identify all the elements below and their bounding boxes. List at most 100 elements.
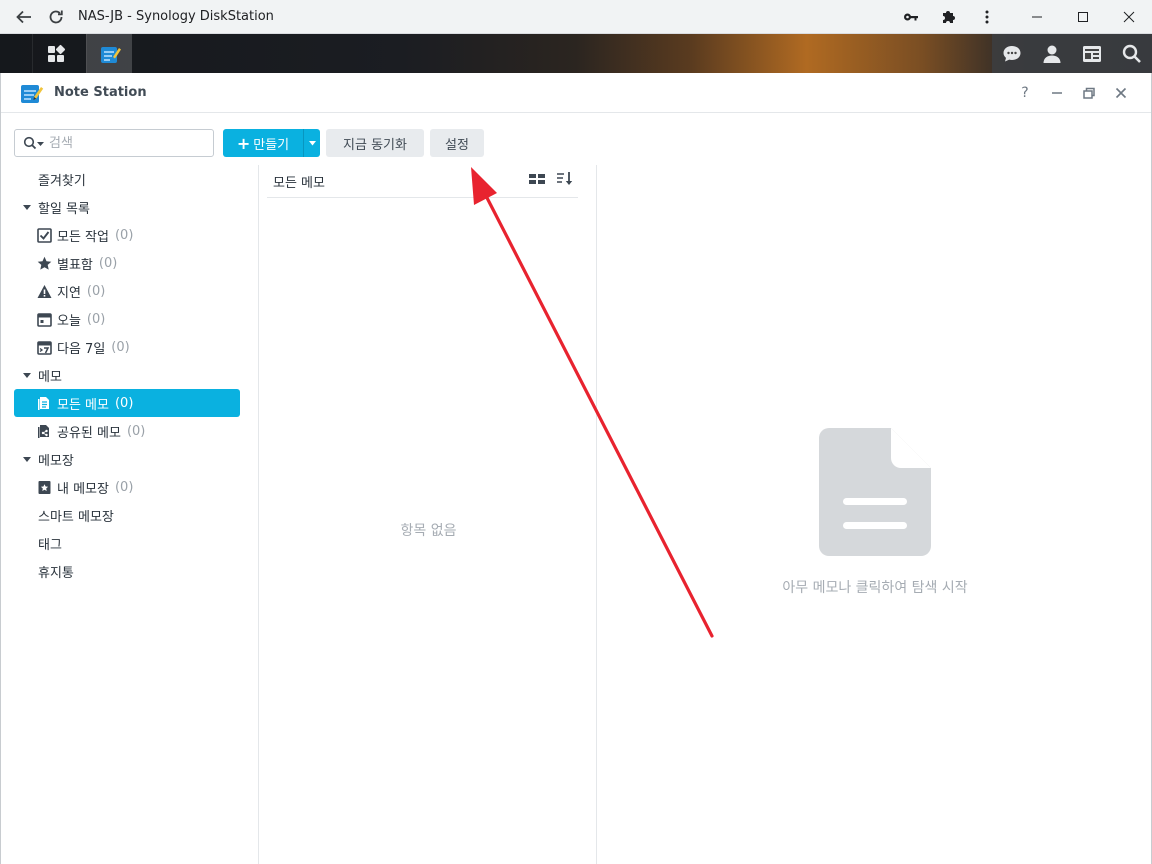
- close-icon: [1115, 87, 1127, 99]
- caret-down-icon: [23, 204, 31, 210]
- note-station-icon: [100, 46, 121, 63]
- app-minimize-button[interactable]: [1041, 83, 1073, 103]
- browser-titlebar: NAS-JB - Synology DiskStation: [0, 0, 1152, 34]
- sidebar-group-todo[interactable]: 할일 목록: [23, 193, 90, 221]
- sort-button[interactable]: [556, 171, 574, 191]
- key-icon: [904, 13, 918, 21]
- search-input[interactable]: [49, 135, 199, 151]
- caret-down-icon: [308, 140, 316, 145]
- sidebar-item-label: 공유된 메모: [57, 425, 121, 441]
- sidebar-group-notebooks[interactable]: 메모장: [23, 445, 74, 473]
- sidebar-item-label: 내 메모장: [57, 481, 109, 497]
- chat-button[interactable]: [992, 34, 1032, 73]
- settings-label: 설정: [445, 137, 469, 153]
- sidebar-item-favorites[interactable]: 즐겨찾기: [38, 165, 86, 193]
- user-icon: [1043, 45, 1061, 63]
- sidebar-item-label: 오늘: [57, 313, 81, 329]
- preview-empty-text: 아무 메모나 클릭하여 탐색 시작: [782, 580, 968, 596]
- sync-now-label: 지금 동기화: [343, 137, 407, 153]
- note-list-title: 모든 메모: [273, 175, 325, 191]
- back-arrow-icon: [16, 10, 31, 23]
- settings-button[interactable]: 설정: [430, 129, 484, 157]
- taskbar-note-station-button[interactable]: [86, 34, 132, 73]
- view-mode-button[interactable]: [528, 171, 546, 191]
- sidebar-item-label: 다음 7일: [57, 341, 106, 357]
- sidebar-item-smart-notebook[interactable]: 스마트 메모장: [38, 501, 114, 529]
- star-icon: [36, 255, 52, 271]
- reload-icon: [49, 10, 63, 23]
- sync-now-button[interactable]: 지금 동기화: [326, 129, 424, 157]
- help-button[interactable]: ?: [1009, 83, 1041, 103]
- sidebar-item-count: (0): [114, 227, 134, 243]
- search-box[interactable]: [14, 129, 214, 157]
- sidebar-item-count: (0): [86, 283, 106, 299]
- maximize-icon: [1078, 12, 1088, 22]
- sidebar-group-label: 할일 목록: [38, 201, 90, 217]
- sidebar-item-my-notebook[interactable]: 내 메모장 (0): [36, 473, 133, 501]
- app-close-button[interactable]: [1105, 83, 1137, 103]
- create-button-group: + 만들기: [223, 129, 320, 157]
- search-icon: [1122, 44, 1141, 63]
- note-preview-panel: 아무 메모나 클릭하여 탐색 시작: [598, 165, 1152, 864]
- sidebar-item-label: 지연: [57, 285, 81, 301]
- sidebar-item-label: 즐겨찾기: [38, 173, 86, 189]
- sidebar-item-count: (0): [98, 255, 118, 271]
- sidebar-item-next-7-days[interactable]: 다음 7일 (0): [36, 333, 130, 361]
- caret-down-icon: [37, 141, 44, 146]
- minimize-icon: [1032, 16, 1042, 18]
- sidebar-item-label: 스마트 메모장: [38, 509, 114, 525]
- window-maximize-button[interactable]: [1060, 0, 1106, 34]
- chat-bubble-icon: [1003, 45, 1021, 61]
- sidebar-item-label: 모든 메모: [57, 397, 109, 413]
- sidebar-item-all-tasks[interactable]: 모든 작업 (0): [36, 221, 133, 249]
- note-station-app-icon: [21, 85, 44, 103]
- create-dropdown-button[interactable]: [303, 129, 320, 157]
- browser-menu-button[interactable]: [968, 0, 1006, 34]
- note-station-window: Note Station ? + 만들기: [0, 73, 1152, 864]
- window-minimize-button[interactable]: [1014, 0, 1060, 34]
- app-restore-button[interactable]: [1073, 83, 1105, 103]
- sidebar-item-starred[interactable]: 별표함 (0): [36, 249, 117, 277]
- calendar-icon: [36, 311, 52, 327]
- sidebar-item-label: 휴지통: [38, 565, 74, 581]
- caret-down-icon: [23, 456, 31, 462]
- reload-button[interactable]: [40, 0, 72, 34]
- caret-down-icon: [23, 372, 31, 378]
- window-close-button[interactable]: [1106, 0, 1152, 34]
- checkbox-checked-icon: [36, 227, 52, 243]
- sidebar: 즐겨찾기 할일 목록 모든 작업 (0) 별표함 (0) 지연 (0) 오늘 (…: [1, 165, 259, 864]
- sidebar-item-trash[interactable]: 휴지통: [38, 557, 74, 585]
- grid-apps-icon: [47, 44, 65, 62]
- extensions-button[interactable]: [930, 0, 968, 34]
- search-filter-icon[interactable]: [23, 135, 45, 151]
- password-key-button[interactable]: [892, 0, 930, 34]
- search-button[interactable]: [1112, 34, 1152, 73]
- sidebar-item-tags[interactable]: 태그: [38, 529, 62, 557]
- magnifier-icon: [23, 136, 37, 150]
- widgets-button[interactable]: [1072, 34, 1112, 73]
- notes-icon: [36, 395, 52, 411]
- create-button[interactable]: + 만들기: [223, 129, 303, 157]
- sidebar-group-label: 메모장: [38, 453, 74, 469]
- sidebar-item-overdue[interactable]: 지연 (0): [36, 277, 105, 305]
- close-icon: [1123, 11, 1135, 23]
- sidebar-group-memo[interactable]: 메모: [23, 361, 62, 389]
- user-button[interactable]: [1032, 34, 1072, 73]
- sidebar-group-label: 메모: [38, 369, 62, 385]
- sidebar-item-count: (0): [126, 423, 146, 439]
- sidebar-item-count: (0): [86, 311, 106, 327]
- document-placeholder-icon: [819, 428, 931, 556]
- sidebar-item-all-memos[interactable]: 모든 메모 (0): [14, 389, 240, 417]
- app-header: Note Station ?: [1, 73, 1151, 113]
- back-button[interactable]: [8, 0, 40, 34]
- dashboard-icon: [1083, 45, 1101, 62]
- sidebar-item-today[interactable]: 오늘 (0): [36, 305, 105, 333]
- sidebar-item-shared-memos[interactable]: 공유된 메모 (0): [36, 417, 145, 445]
- plus-icon: +: [236, 133, 251, 153]
- sidebar-item-label: 모든 작업: [57, 229, 109, 245]
- main-menu-button[interactable]: [32, 34, 78, 73]
- sidebar-item-label: 태그: [38, 537, 62, 553]
- note-list-panel: 모든 메모 항목 없음: [260, 165, 597, 864]
- calendar-week-icon: [36, 339, 52, 355]
- notebook-star-icon: [36, 479, 52, 495]
